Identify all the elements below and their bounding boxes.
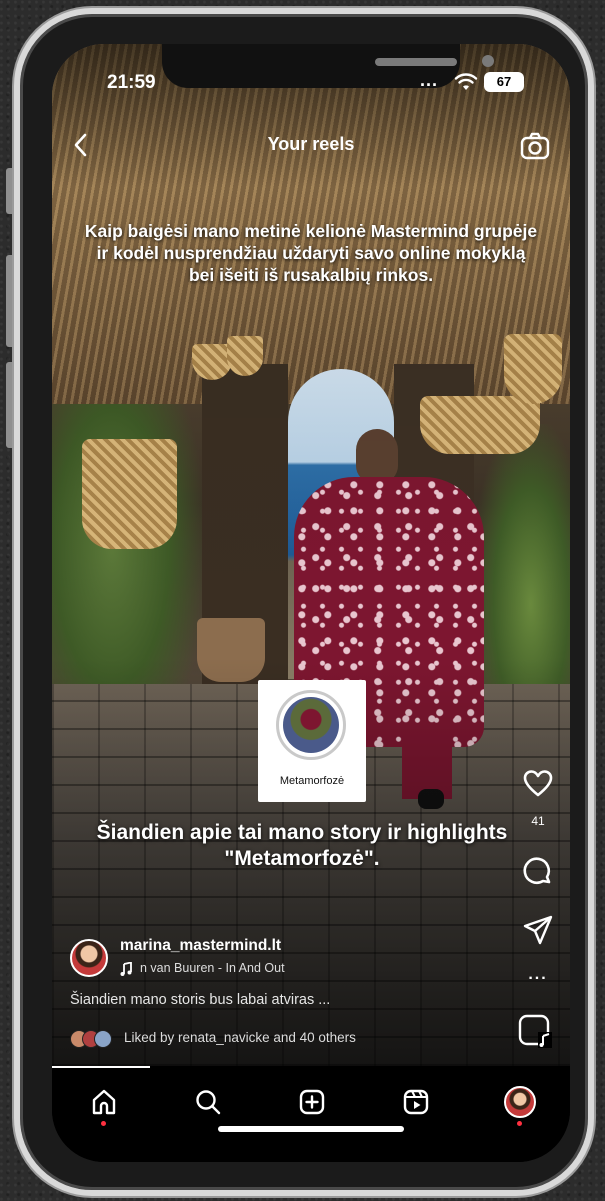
highlight-thumbnail: [283, 697, 339, 753]
camera-icon[interactable]: [520, 132, 550, 160]
audio-thumbnail-icon[interactable]: [518, 1014, 552, 1048]
profile-tab-avatar[interactable]: [504, 1086, 536, 1118]
home-notification-dot: [101, 1121, 106, 1126]
reel-description[interactable]: Šiandien mano storis bus labai atviras .…: [70, 992, 330, 1008]
liked-by-avatars: [70, 1030, 122, 1048]
bottom-tab-bar: [52, 1066, 570, 1162]
highlight-sticker[interactable]: Metamorfozė: [258, 680, 366, 802]
phone-screen: 21:59 ... 67 Your reels Kaip baigėsi man…: [52, 44, 570, 1162]
highlight-ring: [276, 690, 346, 760]
page-title: Your reels: [267, 134, 355, 154]
front-camera: [482, 55, 494, 67]
like-count[interactable]: 41: [522, 814, 554, 828]
home-indicator[interactable]: [218, 1126, 404, 1132]
audio-track-label[interactable]: n van Buuren - In And Out: [140, 961, 285, 975]
signal-icon: ...: [420, 70, 439, 90]
more-options-icon[interactable]: ...: [522, 966, 554, 984]
profile-notification-dot: [517, 1121, 522, 1126]
comment-icon[interactable]: [522, 856, 554, 888]
music-note-icon: [120, 962, 132, 976]
liked-by-text[interactable]: Liked by renata_navicke and 40 others: [124, 1030, 356, 1045]
active-tab-indicator: [52, 1066, 150, 1068]
share-icon[interactable]: [522, 914, 554, 946]
create-post-icon[interactable]: [298, 1088, 326, 1116]
highlight-label: Metamorfozė: [279, 775, 345, 787]
reels-icon[interactable]: [402, 1088, 430, 1116]
wifi-icon: [454, 73, 478, 90]
battery-indicator: 67: [484, 72, 524, 92]
reel-caption-middle: Šiandien apie tai mano story ir highligh…: [96, 821, 508, 870]
video-shade: [52, 44, 570, 1066]
speaker: [375, 58, 457, 66]
notch: [162, 44, 494, 88]
heart-icon[interactable]: [522, 768, 554, 800]
search-icon[interactable]: [194, 1088, 222, 1116]
author-username[interactable]: marina_mastermind.lt: [120, 937, 281, 955]
reel-video[interactable]: [52, 44, 570, 1066]
status-time: 21:59: [107, 72, 156, 93]
home-icon[interactable]: [90, 1088, 118, 1116]
reel-caption-top: Kaip baigėsi mano metinė kelionė Masterm…: [84, 221, 538, 285]
author-avatar[interactable]: [70, 939, 108, 977]
